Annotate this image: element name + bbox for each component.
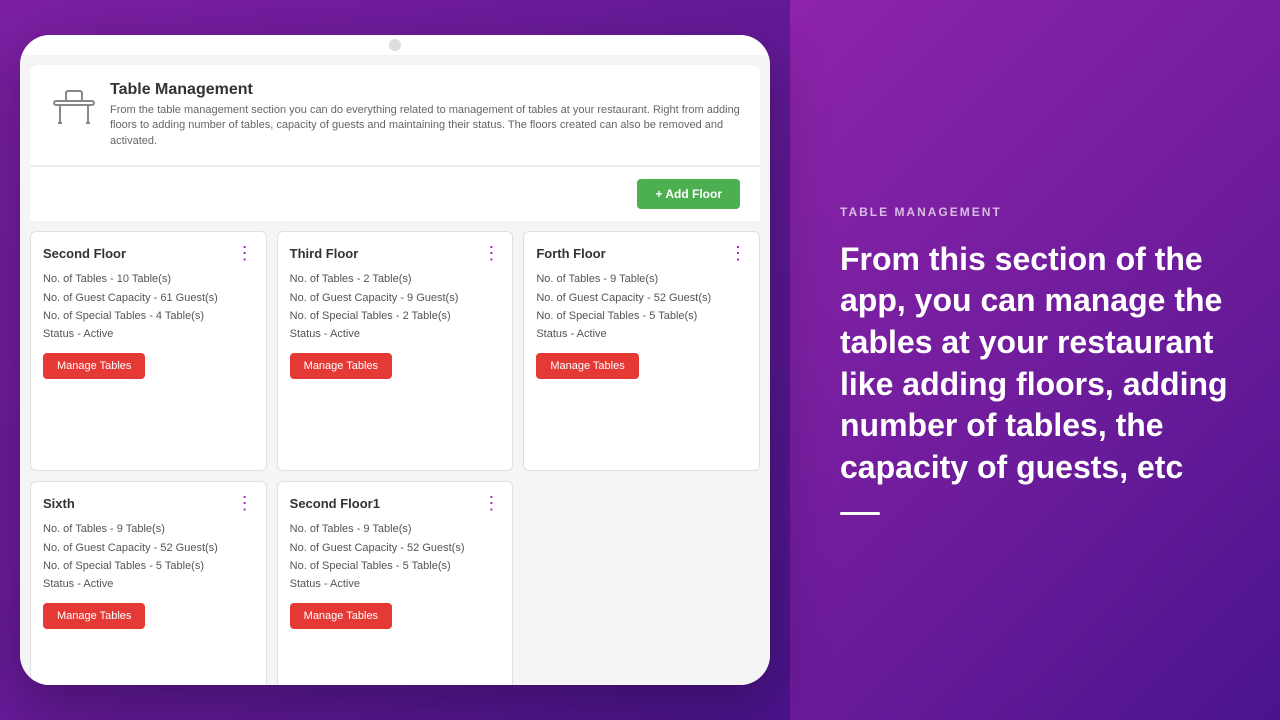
floor-special-tables: No. of Special Tables - 5 Table(s) (536, 309, 747, 324)
floor-menu-icon[interactable]: ⋮ (236, 494, 254, 512)
floor-tables: No. of Tables - 10 Table(s) (43, 272, 254, 287)
floor-status: Status - Active (536, 327, 747, 342)
floor-card-header: Second Floor ⋮ (43, 244, 254, 262)
add-floor-button[interactable]: + Add Floor (637, 179, 740, 209)
floor-details: No. of Tables - 9 Table(s) No. of Guest … (290, 522, 501, 593)
floor-tables: No. of Tables - 9 Table(s) (43, 522, 254, 537)
floor-name: Third Floor (290, 246, 359, 261)
floor-menu-icon[interactable]: ⋮ (236, 244, 254, 262)
floor-name: Sixth (43, 496, 75, 511)
floor-card: Second Floor ⋮ No. of Tables - 10 Table(… (30, 231, 267, 471)
floor-special-tables: No. of Special Tables - 4 Table(s) (43, 309, 254, 324)
floor-details: No. of Tables - 9 Table(s) No. of Guest … (536, 272, 747, 343)
floor-name: Second Floor (43, 246, 126, 261)
floor-guest-capacity: No. of Guest Capacity - 61 Guest(s) (43, 291, 254, 306)
floor-special-tables: No. of Special Tables - 2 Table(s) (290, 309, 501, 324)
floor-guest-capacity: No. of Guest Capacity - 52 Guest(s) (43, 541, 254, 556)
floor-card: Forth Floor ⋮ No. of Tables - 9 Table(s)… (523, 231, 760, 471)
floor-menu-icon[interactable]: ⋮ (482, 244, 500, 262)
floors-grid: Second Floor ⋮ No. of Tables - 10 Table(… (20, 221, 770, 685)
floor-name: Forth Floor (536, 246, 605, 261)
page-title: Table Management (110, 81, 740, 99)
floor-details: No. of Tables - 2 Table(s) No. of Guest … (290, 272, 501, 343)
floor-tables: No. of Tables - 9 Table(s) (536, 272, 747, 287)
manage-tables-button[interactable]: Manage Tables (290, 603, 392, 629)
manage-tables-button[interactable]: Manage Tables (43, 603, 145, 629)
manage-tables-button[interactable]: Manage Tables (536, 353, 638, 379)
floor-card: Third Floor ⋮ No. of Tables - 2 Table(s)… (277, 231, 514, 471)
floor-special-tables: No. of Special Tables - 5 Table(s) (43, 559, 254, 574)
left-panel: Table Management From the table manageme… (0, 0, 790, 720)
manage-tables-button[interactable]: Manage Tables (290, 353, 392, 379)
table-management-icon (50, 83, 98, 131)
floor-status: Status - Active (43, 577, 254, 592)
floor-tables: No. of Tables - 2 Table(s) (290, 272, 501, 287)
floor-status: Status - Active (290, 327, 501, 342)
floor-menu-icon[interactable]: ⋮ (482, 494, 500, 512)
floor-guest-capacity: No. of Guest Capacity - 52 Guest(s) (290, 541, 501, 556)
device-top-bar (20, 35, 770, 55)
main-description: From this section of the app, you can ma… (840, 239, 1230, 489)
floor-details: No. of Tables - 9 Table(s) No. of Guest … (43, 522, 254, 593)
floor-guest-capacity: No. of Guest Capacity - 52 Guest(s) (536, 291, 747, 306)
floor-special-tables: No. of Special Tables - 5 Table(s) (290, 559, 501, 574)
floor-card-header: Third Floor ⋮ (290, 244, 501, 262)
floor-details: No. of Tables - 10 Table(s) No. of Guest… (43, 272, 254, 343)
device-notch (389, 39, 401, 51)
app-content: Table Management From the table manageme… (20, 55, 770, 685)
floor-menu-icon[interactable]: ⋮ (729, 244, 747, 262)
floor-card: Sixth ⋮ No. of Tables - 9 Table(s) No. o… (30, 481, 267, 685)
floor-card-header: Sixth ⋮ (43, 494, 254, 512)
app-header: Table Management From the table manageme… (30, 65, 760, 166)
floor-card-header: Second Floor1 ⋮ (290, 494, 501, 512)
divider (840, 512, 880, 515)
page-description: From the table management section you ca… (110, 103, 740, 149)
floor-card-header: Forth Floor ⋮ (536, 244, 747, 262)
device-frame: Table Management From the table manageme… (20, 35, 770, 685)
floor-status: Status - Active (290, 577, 501, 592)
floor-name: Second Floor1 (290, 496, 380, 511)
manage-tables-button[interactable]: Manage Tables (43, 353, 145, 379)
floor-status: Status - Active (43, 327, 254, 342)
floor-card: Second Floor1 ⋮ No. of Tables - 9 Table(… (277, 481, 514, 685)
floor-guest-capacity: No. of Guest Capacity - 9 Guest(s) (290, 291, 501, 306)
add-floor-area: + Add Floor (30, 166, 760, 221)
right-panel: TABLE MANAGEMENT From this section of th… (790, 0, 1280, 720)
section-label: TABLE MANAGEMENT (840, 205, 1230, 219)
floor-tables: No. of Tables - 9 Table(s) (290, 522, 501, 537)
